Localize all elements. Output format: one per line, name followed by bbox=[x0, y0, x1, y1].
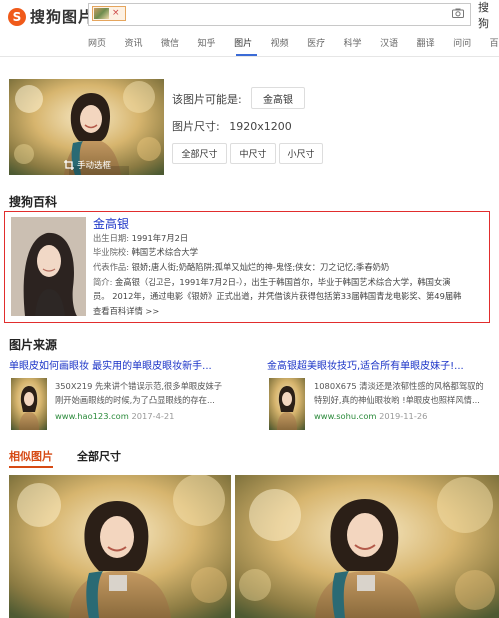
field-value: 银娇;唐人街;奶酪陷阱;孤单又灿烂的神-鬼怪;侠女：刀之记忆;季春奶奶 bbox=[131, 262, 390, 272]
field-value: 1991年7月2日 bbox=[131, 233, 189, 243]
nav-tab[interactable]: 问问 bbox=[453, 36, 471, 49]
active-tab-indicator bbox=[236, 54, 257, 56]
portrait-photo bbox=[235, 475, 499, 618]
field-label: 简介: bbox=[93, 277, 113, 287]
portrait-photo bbox=[11, 217, 86, 316]
nav-tab[interactable]: 微信 bbox=[161, 36, 179, 49]
source-date: 2019-11-26 bbox=[379, 411, 428, 421]
nav-tab[interactable]: 翻译 bbox=[417, 36, 435, 49]
portrait-photo bbox=[11, 378, 47, 430]
description-line: 350X219 先来讲个错误示范,很多单眼皮妹子 bbox=[55, 381, 223, 391]
nav-tab[interactable]: 科学 bbox=[344, 36, 362, 49]
baike-row-works: 代表作品: 银娇;唐人街;奶酪陷阱;孤单又灿烂的神-鬼怪;侠女：刀之记忆;季春奶… bbox=[93, 262, 389, 273]
search-input[interactable] bbox=[88, 3, 471, 26]
baike-more-link[interactable]: 查看百科详情 >> bbox=[93, 305, 159, 317]
portrait-photo bbox=[269, 378, 305, 430]
source-title-link[interactable]: 单眼皮如何画眼妆 最实用的单眼皮眼妆新手... bbox=[9, 357, 212, 372]
field-label: 出生日期: bbox=[93, 233, 129, 243]
nav-tab[interactable]: 视频 bbox=[271, 36, 289, 49]
description-line: 特别好,真的神仙眼妆哟 !单眼皮也照样风情... bbox=[314, 394, 480, 405]
source-date: 2017-4-21 bbox=[131, 411, 175, 421]
baike-row-intro: 简介: 金高银（김고은，1991年7月2日-），出生于韩国首尔，毕业于韩国艺术综… bbox=[93, 277, 451, 288]
crop-icon bbox=[64, 160, 74, 170]
nav-tab[interactable]: 资讯 bbox=[125, 36, 143, 49]
source-meta: www.hao123.com 2017-4-21 bbox=[55, 411, 174, 421]
query-image-thumbnail bbox=[94, 8, 109, 19]
baike-photo[interactable] bbox=[11, 217, 86, 316]
source-title-link[interactable]: 金高银超美眼妆技巧,适合所有单眼皮妹子!... bbox=[267, 357, 464, 372]
field-value: 金高银（김고은，1991年7月2日-），出生于韩国首尔，毕业于韩国艺术综合大学，… bbox=[115, 277, 451, 287]
baike-row-birth: 出生日期: 1991年7月2日 bbox=[93, 233, 188, 244]
source-domain[interactable]: www.hao123.com bbox=[55, 411, 129, 421]
medium-size-button[interactable]: 中尺寸 bbox=[230, 143, 276, 164]
source-description: 350X219 先来讲个错误示范,很多单眼皮妹子 刚开始画眼线的时候,为了凸显眼… bbox=[55, 380, 222, 407]
field-value: 员。 2012年，通过电影《银娇》正式出道，并凭借该片获得包括第33届韩国青龙电… bbox=[93, 291, 462, 301]
close-icon[interactable]: × bbox=[112, 9, 120, 18]
manual-crop-label: 手动选框 bbox=[77, 161, 112, 171]
camera-icon[interactable] bbox=[452, 8, 464, 18]
nav-tab[interactable]: 医疗 bbox=[307, 36, 325, 49]
nav-tab[interactable]: 网页 bbox=[88, 36, 106, 49]
baike-row-intro-cont: 员。 2012年，通过电影《银娇》正式出道，并凭借该片获得包括第33届韩国青龙电… bbox=[93, 291, 461, 302]
description-line: 1080X675 清淡还是浓郁性感的风格都驾驭的 bbox=[314, 381, 484, 391]
all-sizes-button[interactable]: 全部尺寸 bbox=[172, 143, 227, 164]
portrait-photo bbox=[9, 475, 231, 618]
nav-tab[interactable]: 汉语 bbox=[380, 36, 398, 49]
small-size-button[interactable]: 小尺寸 bbox=[279, 143, 323, 164]
nav-tab[interactable]: 图片 bbox=[234, 36, 252, 49]
source-description: 1080X675 清淡还是浓郁性感的风格都驾驭的 特别好,真的神仙眼妆哟 !单眼… bbox=[314, 380, 484, 407]
nav-tab[interactable]: 知乎 bbox=[198, 36, 216, 49]
similar-image[interactable] bbox=[9, 475, 231, 618]
sogou-logo[interactable]: S 搜狗图片 bbox=[8, 6, 94, 27]
sogou-logo-icon: S bbox=[8, 7, 26, 26]
possible-name-button[interactable]: 金高银 bbox=[251, 87, 305, 109]
source-meta: www.sohu.com 2019-11-26 bbox=[314, 411, 427, 421]
size-value: 1920x1200 bbox=[229, 120, 292, 133]
nav-tabs: 网页 资讯 微信 知乎 图片 视频 医疗 科学 汉语 翻译 问问 百 bbox=[88, 36, 499, 49]
size-label: 图片尺寸: bbox=[172, 120, 220, 133]
field-label: 代表作品: bbox=[93, 262, 129, 272]
nav-tab[interactable]: 百 bbox=[490, 36, 499, 49]
baike-row-school: 毕业院校: 韩国艺术综合大学 bbox=[93, 247, 198, 258]
source-section-title: 图片来源 bbox=[9, 338, 58, 352]
source-domain[interactable]: www.sohu.com bbox=[314, 411, 377, 421]
field-label: 毕业院校: bbox=[93, 247, 129, 257]
baike-name-link[interactable]: 金高银 bbox=[93, 215, 129, 232]
tab-similar-images[interactable]: 相似图片 bbox=[9, 448, 53, 464]
active-tab-indicator bbox=[9, 466, 53, 468]
manual-crop-button[interactable]: 手动选框 bbox=[64, 159, 111, 171]
logo-text: 搜狗图片 bbox=[30, 8, 95, 26]
divider bbox=[0, 56, 499, 57]
image-size: 图片尺寸: 1920x1200 bbox=[172, 118, 292, 134]
possible-label: 该图片可能是: bbox=[172, 93, 242, 106]
tab-all-sizes[interactable]: 全部尺寸 bbox=[77, 448, 121, 464]
source-thumbnail[interactable] bbox=[11, 378, 47, 430]
similar-image[interactable] bbox=[235, 475, 499, 618]
query-image-chip[interactable]: × bbox=[92, 6, 126, 21]
field-value: 韩国艺术综合大学 bbox=[131, 247, 199, 257]
description-line: 刚开始画眼线的时候,为了凸显眼线的存在... bbox=[55, 394, 215, 405]
baike-section-title: 搜狗百科 bbox=[9, 195, 58, 209]
source-thumbnail[interactable] bbox=[269, 378, 305, 430]
search-button[interactable]: 搜狗 bbox=[478, 1, 499, 30]
